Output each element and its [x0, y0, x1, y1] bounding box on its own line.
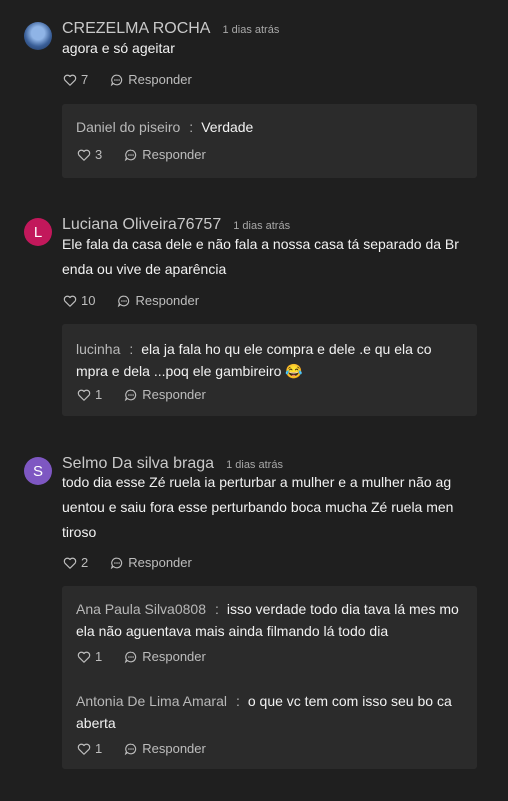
separator: : — [189, 119, 194, 135]
reply-button[interactable]: Responder — [124, 649, 206, 664]
chat-bubble-icon — [118, 295, 130, 307]
replies-box: lucinha: ela ja fala ho qu ele compra e d… — [62, 324, 477, 416]
comment-time: 1 dias atrás — [233, 220, 291, 232]
reply-button[interactable]: Responder — [124, 387, 206, 402]
comment-text: Ele fala da casa dele e não fala a nossa… — [62, 236, 459, 277]
like-button[interactable]: 2 — [63, 555, 88, 570]
like-count: 1 — [95, 387, 103, 402]
like-button[interactable]: 3 — [77, 147, 102, 162]
like-count: 1 — [95, 741, 103, 756]
comment-text: agora e só ageitar — [62, 40, 175, 56]
reply-label: Responder — [142, 741, 206, 756]
chat-bubble-icon — [124, 743, 137, 755]
comment-time: 1 dias atrás — [222, 24, 280, 36]
avatar[interactable]: S — [24, 457, 52, 485]
reply-author[interactable]: lucinha — [76, 341, 120, 357]
like-count: 3 — [95, 147, 103, 162]
reply-button[interactable]: Responder — [124, 147, 206, 162]
reply-label: Responder — [142, 387, 206, 402]
like-count: 7 — [81, 72, 89, 87]
heart-icon — [77, 149, 91, 161]
comment-actions: 2 Responder — [63, 555, 192, 570]
like-button[interactable]: 1 — [77, 387, 102, 402]
avatar[interactable]: L — [24, 218, 52, 246]
reply-author[interactable]: Daniel do piseiro — [76, 119, 180, 135]
reply-button[interactable]: Responder — [110, 555, 192, 570]
replies-box: Daniel do piseiro: Verdade 3 Responder — [62, 104, 477, 178]
chat-bubble-icon — [124, 651, 137, 663]
comment-author[interactable]: Luciana Oliveira76757 — [62, 216, 221, 233]
reply-text: Verdade — [201, 119, 254, 135]
reply-actions: 1 Responder — [77, 741, 206, 756]
like-button[interactable]: 1 — [77, 649, 102, 664]
reply: Daniel do piseiro: Verdade 3 Responder — [76, 116, 463, 162]
reply-label: Responder — [128, 555, 192, 570]
reply-actions: 3 Responder — [77, 147, 206, 162]
avatar-letter: L — [33, 223, 43, 241]
like-button[interactable]: 7 — [63, 72, 88, 87]
comment-author[interactable]: CREZELMA ROCHA — [62, 20, 210, 37]
like-count: 1 — [95, 649, 103, 664]
heart-icon — [63, 74, 77, 86]
reply: lucinha: ela ja fala ho qu ele compra e d… — [76, 338, 463, 402]
reply-label: Responder — [142, 649, 206, 664]
reply-button[interactable]: Responder — [117, 293, 199, 308]
separator: : — [215, 601, 219, 617]
comment-actions: 10 Responder — [63, 293, 199, 308]
chat-bubble-icon — [124, 149, 137, 161]
heart-icon — [63, 557, 77, 569]
chat-bubble-icon — [110, 74, 123, 86]
reply-label: Responder — [128, 72, 192, 87]
heart-icon — [63, 295, 77, 307]
reply: Ana Paula Silva0808: isso verdade todo di… — [76, 598, 463, 664]
reply-actions: 1 Responder — [77, 387, 206, 402]
like-count: 2 — [81, 555, 89, 570]
separator: : — [235, 693, 240, 709]
chat-bubble-icon — [110, 557, 123, 569]
like-button[interactable]: 10 — [63, 293, 95, 308]
heart-icon — [77, 743, 91, 755]
reply-button[interactable]: Responder — [110, 72, 192, 87]
comment-text: todo dia esse Zé ruela ia perturbar a mu… — [62, 474, 454, 540]
heart-icon — [77, 389, 91, 401]
reply-author[interactable]: Ana Paula Silva0808 — [76, 601, 206, 617]
chat-bubble-icon — [124, 389, 137, 401]
avatar[interactable] — [24, 22, 52, 50]
reply: Antonia De Lima Amaral: o que vc tem com … — [76, 690, 463, 756]
like-count: 10 — [81, 293, 96, 308]
reply-label: Responder — [142, 147, 206, 162]
reply-actions: 1 Responder — [77, 649, 206, 664]
reply-button[interactable]: Responder — [124, 741, 206, 756]
reply-label: Responder — [135, 293, 200, 308]
avatar-letter: S — [32, 462, 43, 480]
heart-icon — [77, 651, 91, 663]
replies-box: Ana Paula Silva0808: isso verdade todo di… — [62, 586, 477, 769]
comment-actions: 7 Responder — [63, 72, 192, 87]
separator: : — [129, 341, 134, 357]
like-button[interactable]: 1 — [77, 741, 102, 756]
reply-author[interactable]: Antonia De Lima Amaral — [76, 693, 227, 709]
